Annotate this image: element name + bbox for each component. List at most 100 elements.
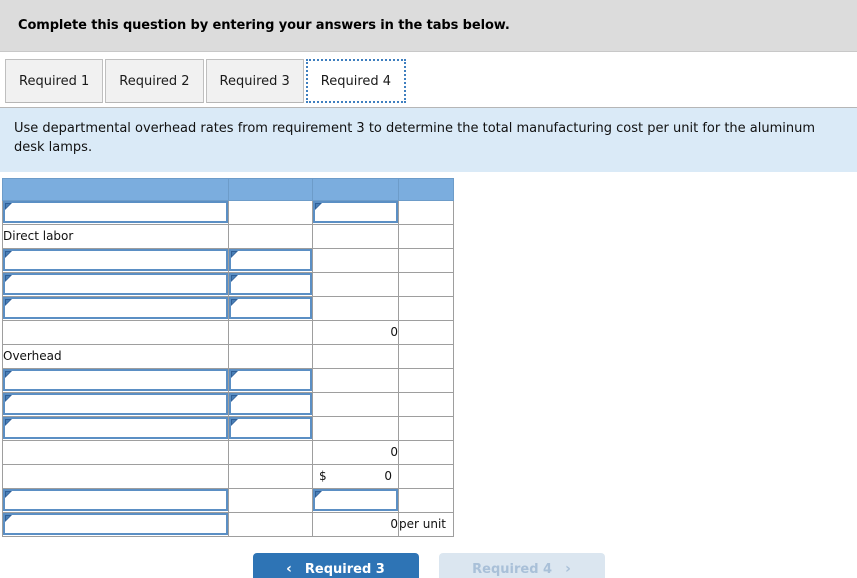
input-cell[interactable] — [312, 199, 399, 225]
worksheet-container: Direct labor 0 Overhead 0 $0 0 per unit — [0, 172, 857, 537]
worksheet-input-field[interactable] — [3, 297, 228, 320]
table-row — [2, 487, 454, 513]
worksheet-input-field[interactable] — [3, 369, 228, 392]
empty-cell — [228, 511, 313, 537]
table-row — [2, 247, 454, 273]
table-row — [2, 199, 454, 225]
cost-worksheet-table: Direct labor 0 Overhead 0 $0 0 per unit — [2, 177, 454, 537]
input-cell[interactable] — [228, 271, 313, 297]
column-header-2 — [228, 177, 313, 201]
table-row — [2, 415, 454, 441]
row-label: Overhead — [2, 343, 229, 369]
worksheet-input-field[interactable] — [3, 489, 228, 512]
spacer-cell — [398, 415, 454, 441]
spacer-cell — [398, 391, 454, 417]
empty-cell — [228, 439, 313, 465]
next-button-label: Required 4 — [472, 561, 553, 577]
input-cell[interactable] — [2, 487, 229, 513]
input-cell[interactable] — [228, 391, 313, 417]
table-row: 0 — [2, 319, 454, 345]
spacer-cell — [398, 319, 454, 345]
computed-total-cell: $0 — [312, 463, 399, 489]
spacer-cell — [398, 199, 454, 225]
input-cell[interactable] — [2, 511, 229, 537]
table-row: Overhead — [2, 343, 454, 369]
spacer-cell — [398, 343, 454, 369]
column-header-1 — [2, 177, 229, 201]
empty-cell — [228, 487, 313, 513]
worksheet-input-field[interactable] — [3, 393, 228, 416]
empty-cell — [228, 319, 313, 345]
spacer-cell — [398, 271, 454, 297]
worksheet-input-field[interactable] — [229, 273, 312, 296]
spacer-cell — [398, 439, 454, 465]
unit-label: per unit — [398, 511, 454, 537]
tab-label: Required 3 — [219, 73, 290, 89]
worksheet-input-field[interactable] — [3, 417, 228, 440]
input-cell[interactable] — [228, 415, 313, 441]
input-cell[interactable] — [228, 367, 313, 393]
input-cell[interactable] — [2, 367, 229, 393]
tab-required-4[interactable]: Required 4 — [305, 59, 407, 103]
input-cell[interactable] — [228, 247, 313, 273]
input-cell[interactable] — [312, 487, 399, 513]
worksheet-input-field[interactable] — [3, 513, 228, 536]
tab-required-2[interactable]: Required 2 — [105, 59, 204, 103]
empty-cell — [228, 199, 313, 225]
worksheet-input-field[interactable] — [313, 201, 398, 224]
worksheet-input-field[interactable] — [3, 201, 228, 224]
input-cell[interactable] — [2, 415, 229, 441]
row-label: Direct labor — [2, 223, 229, 249]
input-cell[interactable] — [2, 199, 229, 225]
input-cell[interactable] — [2, 247, 229, 273]
worksheet-input-field[interactable] — [313, 489, 398, 512]
prev-button-label: Required 3 — [304, 561, 385, 577]
spacer-cell — [398, 295, 454, 321]
column-header-3 — [312, 177, 399, 201]
tab-required-3[interactable]: Required 3 — [205, 59, 304, 103]
input-cell[interactable] — [2, 391, 229, 417]
input-cell[interactable] — [2, 295, 229, 321]
worksheet-input-field[interactable] — [3, 249, 228, 272]
table-row — [2, 295, 454, 321]
prev-required-3-button[interactable]: ‹ Required 3 — [252, 552, 419, 578]
spacer-cell — [398, 487, 454, 513]
table-row — [2, 391, 454, 417]
tab-required-1[interactable]: Required 1 — [5, 59, 104, 103]
spacer-cell — [398, 223, 454, 249]
empty-cell — [312, 343, 399, 369]
computed-value: 0 — [312, 439, 399, 465]
tab-label: Required 1 — [19, 73, 90, 89]
input-cell[interactable] — [228, 295, 313, 321]
worksheet-input-field[interactable] — [229, 417, 312, 440]
table-row: 0 — [2, 439, 454, 465]
empty-cell — [228, 223, 313, 249]
input-cell[interactable] — [2, 271, 229, 297]
empty-cell — [312, 247, 399, 273]
navigation-bar: ‹ Required 3 Required 4 › — [0, 537, 857, 578]
instruction-text: Use departmental overhead rates from req… — [14, 121, 816, 155]
empty-cell — [2, 463, 229, 489]
empty-cell — [312, 223, 399, 249]
table-row: Direct labor — [2, 223, 454, 249]
empty-cell — [2, 439, 229, 465]
column-header-4 — [398, 177, 454, 201]
tab-label: Required 2 — [119, 73, 190, 89]
worksheet-input-field[interactable] — [229, 297, 312, 320]
empty-cell — [312, 415, 399, 441]
spacer-cell — [398, 367, 454, 393]
next-required-4-button[interactable]: Required 4 › — [438, 552, 605, 578]
chevron-right-icon: › — [565, 561, 571, 578]
empty-cell — [2, 319, 229, 345]
worksheet-input-field[interactable] — [3, 273, 228, 296]
question-banner-text: Complete this question by entering your … — [18, 18, 510, 33]
empty-cell — [228, 343, 313, 369]
currency-symbol: $ — [319, 469, 327, 484]
empty-cell — [312, 367, 399, 393]
empty-cell — [312, 271, 399, 297]
worksheet-input-field[interactable] — [229, 369, 312, 392]
tab-bar: Required 1 Required 2 Required 3 Required 4 — [0, 52, 857, 108]
worksheet-input-field[interactable] — [229, 393, 312, 416]
chevron-left-icon: ‹ — [286, 561, 292, 578]
worksheet-input-field[interactable] — [229, 249, 312, 272]
